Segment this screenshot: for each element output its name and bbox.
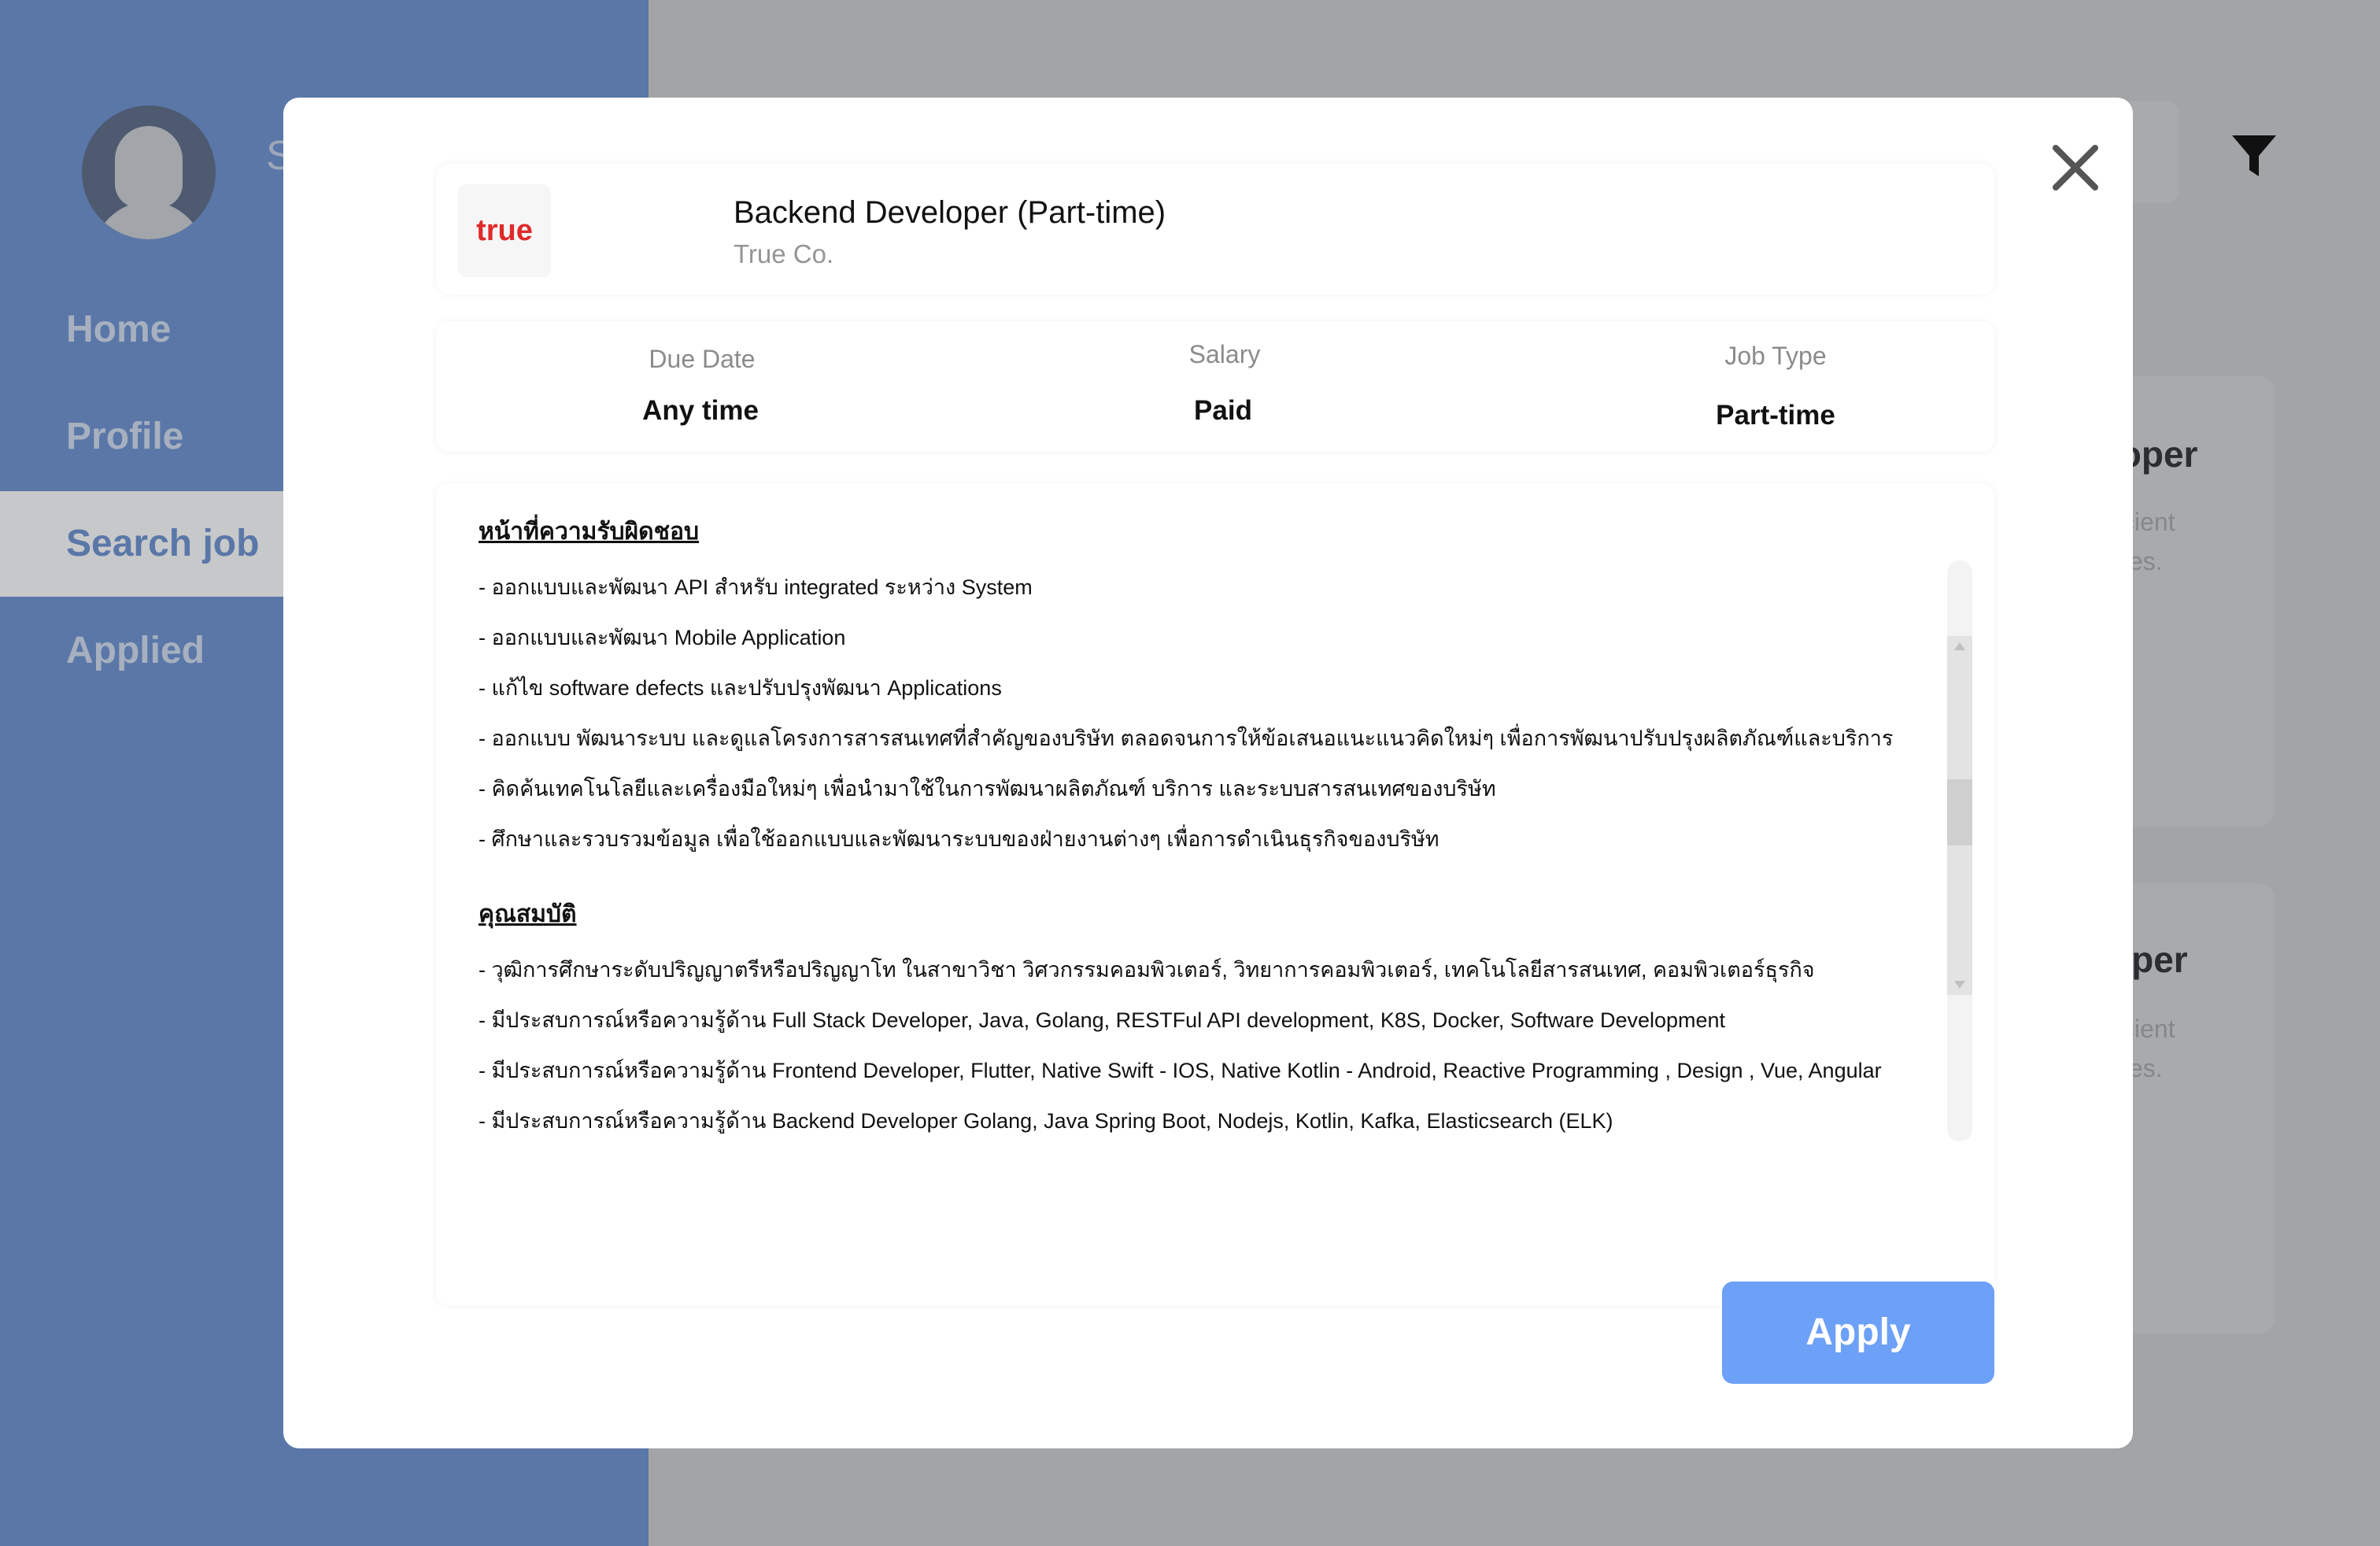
- salary-label: Salary: [1188, 340, 1261, 368]
- scroll-down-arrow-icon[interactable]: [1954, 981, 1965, 989]
- job-header-card: true Backend Developer (Part-time) True …: [436, 164, 1994, 294]
- responsibility-item: - แก้ไข software defects และปรับปรุงพัฒน…: [479, 676, 1002, 700]
- job-type-label: Job Type: [1724, 342, 1827, 370]
- job-description-card: หน้าที่ความรับผิดชอบ - ออกแบบและพัฒนา AP…: [436, 483, 1994, 1305]
- job-title: Backend Developer (Part-time): [734, 195, 1166, 230]
- qualification-item: - มีประสบการณ์หรือความรู้ด้าน Backend De…: [479, 1109, 1613, 1133]
- responsibility-item: - คิดค้นเทคโนโลยีและเครื่องมือใหม่ๆ เพื่…: [479, 777, 1496, 801]
- job-detail-modal: true Backend Developer (Part-time) True …: [283, 98, 2133, 1448]
- responsibility-item: - ออกแบบและพัฒนา API สำหรับ integrated ร…: [479, 575, 1033, 599]
- due-date-label: Due Date: [649, 345, 756, 373]
- scrollbar-thumb[interactable]: [1947, 779, 1972, 845]
- salary-value: Paid: [1194, 395, 1252, 426]
- qualifications-heading: คุณสมบัติ: [479, 901, 577, 927]
- responsibilities-heading: หน้าที่ความรับผิดชอบ: [479, 519, 700, 545]
- qualification-item: - มีประสบการณ์หรือความรู้ด้าน Frontend D…: [479, 1059, 1882, 1082]
- scroll-up-arrow-icon[interactable]: [1954, 642, 1965, 650]
- company-logo: true: [458, 184, 551, 277]
- close-icon[interactable]: [2035, 128, 2116, 208]
- job-type-value: Part-time: [1716, 400, 1835, 431]
- apply-button[interactable]: Apply: [1722, 1282, 1994, 1384]
- responsibility-item: - ศึกษาและรวบรวมข้อมูล เพื่อใช้ออกแบบและ…: [479, 827, 1439, 851]
- description-scrollbar[interactable]: [1947, 560, 1972, 1141]
- responsibility-item: - ออกแบบ พัฒนาระบบ และดูแลโครงการสารสนเท…: [479, 727, 1894, 750]
- filter-icon[interactable]: [2229, 131, 2279, 181]
- company-name: True Co.: [734, 239, 834, 268]
- job-info-card: Due Date Any time Salary Paid Job Type P…: [436, 321, 1994, 452]
- scrollbar-track[interactable]: [1947, 636, 1972, 995]
- qualification-item: - มีประสบการณ์หรือความรู้ด้าน Full Stack…: [479, 1008, 1726, 1032]
- due-date-value: Any time: [642, 395, 759, 426]
- user-avatar-icon[interactable]: [82, 105, 216, 239]
- responsibility-item: - ออกแบบและพัฒนา Mobile Application: [479, 626, 846, 649]
- qualification-item: - วุฒิการศึกษาระดับปริญญาตรีหรือปริญญาโท…: [479, 958, 1815, 982]
